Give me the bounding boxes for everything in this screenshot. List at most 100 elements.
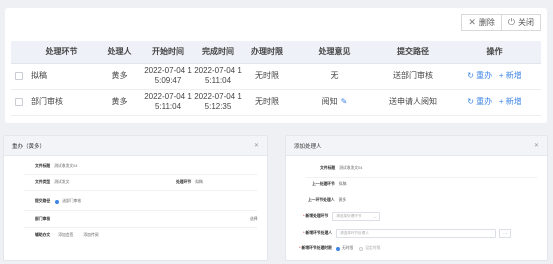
opinion-cell: 无 — [291, 63, 378, 90]
row-checkbox-cell — [11, 89, 27, 116]
close-icon[interactable]: ✕ — [534, 142, 539, 149]
field-value: 拟稿 — [195, 180, 203, 184]
field-label: 提交路径 — [35, 199, 51, 203]
radio-label: 设定时限 — [365, 246, 381, 250]
close-icon[interactable]: ✕ — [254, 142, 259, 149]
header-checkbox-cell — [11, 41, 27, 64]
add-link[interactable]: + 新增 — [499, 71, 522, 80]
add-link[interactable]: + 新增 — [499, 97, 522, 106]
field-value: 拟稿 — [338, 182, 347, 186]
end-time-cell: 2022-07-04 1 5:11:04 — [193, 63, 243, 90]
doc-title-row: 文件标题 测试收发文04 — [320, 166, 362, 171]
actions-cell: ↻ 重办 + 新增 — [448, 89, 541, 116]
step-cell: 部门审核 — [27, 89, 96, 116]
select-placeholder: 请选择处理环节 — [336, 214, 362, 218]
chevron-down-icon: ⌄ — [373, 214, 377, 219]
plus-icon: + — [498, 97, 506, 106]
field-label: 文件标题 — [35, 164, 51, 168]
flow-record-panel: ✕ 删除 ⏻ 关闭 处理环节 处理人 开始时间 完成时间 办理时限 处理意见 提… — [5, 8, 547, 123]
column-header[interactable]: 操作 — [448, 41, 541, 64]
toolbar: ✕ 删除 ⏻ 关闭 — [461, 14, 541, 31]
end-time: 2022-07-04 1 5:11:04 — [194, 66, 242, 85]
start-time-cell: 2022-07-04 1 5:11:04 — [143, 89, 193, 116]
add-countersign-option[interactable]: 添加会签 — [58, 233, 73, 238]
field-label: 上一处理环节 — [312, 182, 335, 186]
column-header[interactable]: 处理环节 — [27, 41, 96, 64]
limit-cell: 无时限 — [243, 63, 291, 90]
add-label: 新增 — [505, 71, 522, 80]
edit-icon[interactable]: ✎ — [341, 97, 348, 106]
divider — [24, 227, 257, 228]
field-label: *新增环节处理时限 — [299, 246, 332, 251]
refresh-icon: ↻ — [467, 71, 477, 80]
field-label: *新增处理环节 — [303, 214, 328, 219]
flow-table: 处理环节 处理人 开始时间 完成时间 办理时限 处理意见 提交路径 操作 拟稿 … — [11, 41, 541, 116]
redo-link[interactable]: ↻ 重办 — [467, 71, 492, 80]
new-step-select[interactable]: 请选择处理环节 ⌄ — [332, 212, 381, 221]
more-button[interactable]: ··· — [499, 229, 512, 238]
field-label: 文件标题 — [320, 166, 336, 170]
new-handler-row: *新增环节处理人 请选择环节处理人 ··· — [303, 229, 512, 238]
radio-unselected[interactable] — [359, 246, 364, 251]
no-limit-option[interactable]: 无时限 — [335, 246, 354, 251]
table-header: 处理环节 处理人 开始时间 完成时间 办理时限 处理意见 提交路径 操作 — [11, 41, 541, 64]
redo-dialog: 重办（黄多） ✕ 文件标题 测试收发文04 文件类型 测试发文 处理环节 拟稿 … — [3, 135, 268, 261]
divider — [24, 210, 257, 211]
dialog-title: 重办（黄多） — [12, 143, 46, 150]
path-cell: 送部门审核 — [378, 63, 448, 90]
doc-title-row: 文件标题 测试收发文04 — [35, 164, 77, 169]
field-label: *新增环节处理人 — [303, 231, 332, 236]
start-time: 2022-07-04 1 5:09:47 — [144, 66, 192, 85]
column-header[interactable]: 开始时间 — [143, 41, 193, 64]
refresh-icon: ↻ — [467, 97, 477, 106]
actions-cell: ↻ 重办 + 新增 — [448, 63, 541, 90]
select-link[interactable]: 选择 — [250, 217, 258, 222]
prev-handler-row: 上一环节处理人 黄多 — [308, 198, 346, 203]
divider — [24, 174, 257, 175]
field-value: 测试发文 — [54, 180, 70, 184]
field-label: 辅助办文 — [35, 233, 51, 237]
opinion-text: 阅知 — [321, 97, 338, 106]
row-checkbox[interactable] — [15, 97, 23, 106]
radio-label: 无时限 — [341, 246, 354, 250]
prev-step-row: 上一处理环节 拟稿 — [312, 182, 346, 187]
new-handler-input[interactable]: 请选择环节处理人 — [336, 229, 497, 238]
plus-icon: + — [498, 71, 506, 80]
start-time: 2022-07-04 1 5:11:04 — [144, 92, 192, 111]
end-time: 2022-07-04 1 5:12:35 — [194, 92, 242, 111]
set-limit-option[interactable]: 设定时限 — [359, 246, 380, 251]
end-time-cell: 2022-07-04 1 5:12:35 — [193, 89, 243, 116]
column-header[interactable]: 处理意见 — [291, 41, 378, 64]
power-icon: ⏻ — [507, 17, 515, 27]
radio-selected[interactable] — [55, 199, 60, 204]
doc-type-row: 文件类型 测试发文 — [35, 180, 69, 185]
input-placeholder: 请选择环节处理人 — [340, 231, 369, 235]
column-header[interactable]: 办理时限 — [243, 41, 291, 64]
close-label: 关闭 — [518, 18, 534, 27]
row-checkbox[interactable] — [15, 71, 23, 80]
dialog-header: 重办（黄多） ✕ — [4, 136, 267, 156]
divider — [306, 177, 537, 178]
row-checkbox-cell — [11, 63, 27, 90]
path-radio-option[interactable]: 送部门审核 — [55, 199, 81, 204]
field-label: 部门审核 — [35, 217, 51, 221]
close-button[interactable]: ⏻ 关闭 — [501, 14, 541, 31]
table-row[interactable]: 部门审核 黄多 2022-07-04 1 5:11:04 2022-07-04 … — [11, 89, 541, 116]
redo-link[interactable]: ↻ 重办 — [467, 97, 492, 106]
add-handler-dialog: 添加处理人 ✕ 文件标题 测试收发文04 上一处理环节 拟稿 上一环节处理人 黄… — [285, 135, 548, 261]
new-proc-label: 新增环节处理时限 — [301, 246, 332, 250]
column-header[interactable]: 完成时间 — [193, 41, 243, 64]
table-row[interactable]: 拟稿 黄多 2022-07-04 1 5:09:47 2022-07-04 1 … — [11, 63, 541, 90]
column-header[interactable]: 处理人 — [96, 41, 143, 64]
dialog-title: 添加处理人 — [294, 143, 322, 150]
field-value: 黄多 — [338, 198, 347, 202]
close-icon: ✕ — [468, 17, 476, 27]
radio-label: 送部门审核 — [62, 199, 82, 203]
radio-selected[interactable] — [335, 246, 340, 251]
column-header[interactable]: 提交路径 — [378, 41, 448, 64]
delete-button[interactable]: ✕ 删除 — [461, 14, 502, 31]
redo-label: 重办 — [476, 97, 493, 106]
field-label: 文件类型 — [35, 180, 51, 184]
add-circulate-option[interactable]: 添加传阅 — [83, 233, 98, 238]
new-proc-row: *新增环节处理时限 无时限 设定时限 — [299, 246, 380, 251]
